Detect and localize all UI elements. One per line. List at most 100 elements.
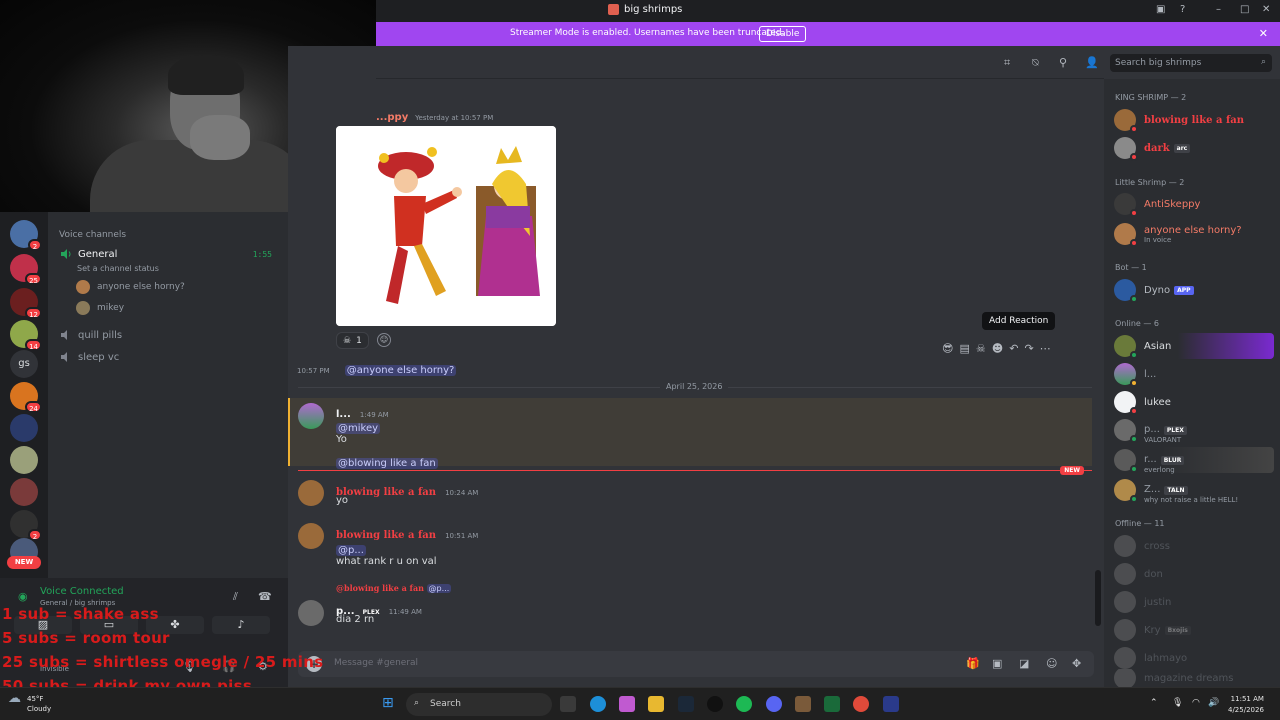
member-item[interactable]: magazine dreams xyxy=(1114,669,1274,687)
message-timestamp: 10:24 AM xyxy=(445,489,479,497)
channel-status[interactable]: Set a channel status xyxy=(77,264,159,273)
member-item[interactable]: l... xyxy=(1114,361,1274,387)
member-item[interactable]: cross xyxy=(1114,533,1274,559)
member-item[interactable]: Asian xyxy=(1114,333,1274,359)
member-item[interactable]: dark arc xyxy=(1114,135,1274,161)
voice-user[interactable]: anyone else horny? xyxy=(76,278,185,296)
microphone-tray-icon[interactable]: 🎙 xyxy=(1172,698,1183,708)
discord-icon[interactable] xyxy=(766,696,782,712)
pin-icon[interactable]: ⚲ xyxy=(1059,56,1067,69)
steam-icon[interactable] xyxy=(678,696,694,712)
mention[interactable]: @blowing like a fan xyxy=(336,458,438,469)
server-icon[interactable] xyxy=(10,414,38,442)
channel-quill-pills[interactable]: quill pills xyxy=(54,325,280,345)
wifi-icon[interactable]: ◠ xyxy=(1192,698,1200,708)
channel-sleep-vc[interactable]: sleep vc xyxy=(54,347,280,367)
chrome-icon[interactable] xyxy=(853,696,869,712)
member-item[interactable]: AntiSkeppy xyxy=(1114,191,1274,217)
member-item[interactable]: don xyxy=(1114,561,1274,587)
server-icon[interactable]: 2 xyxy=(10,220,42,251)
avatar[interactable] xyxy=(298,403,324,429)
add-reaction-icon[interactable]: ☻ xyxy=(992,342,1003,355)
app-icon[interactable] xyxy=(824,696,840,712)
close-banner-icon[interactable]: ✕ xyxy=(1259,27,1268,40)
file-explorer-icon[interactable] xyxy=(648,696,664,712)
minimize-icon[interactable]: – xyxy=(1216,4,1221,15)
reply-preview[interactable]: @blowing like a fan @p... xyxy=(336,583,452,593)
member-item[interactable]: Z... TALN why not raise a little HELL! xyxy=(1114,477,1274,504)
more-options-icon[interactable]: ⋯ xyxy=(1040,342,1051,355)
member-item[interactable]: anyone else horny? In voice xyxy=(1114,221,1274,247)
emoji-icon[interactable]: ☺ xyxy=(1046,657,1057,670)
sticker-icon[interactable]: ◪ xyxy=(1019,657,1029,670)
copilot-icon[interactable] xyxy=(619,696,635,712)
server-icon[interactable]: 14 xyxy=(10,320,42,351)
inbox-icon[interactable]: ▣ xyxy=(1156,4,1165,15)
member-item[interactable]: r... BLUR everlong xyxy=(1114,447,1274,474)
forward-icon[interactable]: ↷ xyxy=(1024,342,1033,355)
mention[interactable]: @anyone else horny? xyxy=(344,365,457,376)
member-item[interactable]: justin xyxy=(1114,589,1274,615)
volume-icon[interactable]: 🔊 xyxy=(1208,698,1219,708)
gif-embed[interactable] xyxy=(336,126,556,326)
gift-icon[interactable]: 🎁 xyxy=(966,657,980,670)
add-reaction-small-icon[interactable]: ☺ xyxy=(377,333,391,347)
message-composer[interactable]: + Message #general 🎁 ▣ ◪ ☺ ✥ xyxy=(298,651,1094,677)
avatar[interactable] xyxy=(298,480,324,506)
disable-streamer-mode-button[interactable]: Disable xyxy=(759,26,807,42)
gif-icon[interactable]: ▣ xyxy=(992,657,1002,670)
member-item[interactable]: lahmayo xyxy=(1114,645,1274,671)
search-input[interactable]: Search big shrimps ⌕ xyxy=(1110,54,1272,72)
chat-scrollbar[interactable] xyxy=(1095,570,1101,626)
emoji-reaction-icon[interactable]: 😎 xyxy=(942,342,953,355)
maximize-icon[interactable]: □ xyxy=(1240,4,1249,15)
new-servers-pill[interactable]: NEW xyxy=(7,556,41,569)
task-view-icon[interactable] xyxy=(560,696,576,712)
voice-connected-label: Voice Connected xyxy=(40,586,124,597)
server-icon[interactable]: 24 xyxy=(10,382,42,413)
tray-overflow-icon[interactable]: ⌃ xyxy=(1150,698,1158,708)
channel-general[interactable]: General 1:55 xyxy=(54,244,280,264)
reaction-pill[interactable]: ☠ 1 xyxy=(336,332,369,349)
member-item[interactable]: blowing like a fan xyxy=(1114,107,1274,133)
member-name: Asian xyxy=(1144,340,1172,352)
server-icon[interactable]: 25 xyxy=(10,254,42,285)
server-icon-gs[interactable]: gs xyxy=(10,350,38,378)
minecraft-icon[interactable] xyxy=(795,696,811,712)
skull-reaction-icon[interactable]: ☠ xyxy=(976,342,986,355)
server-icon[interactable] xyxy=(10,446,38,474)
message-input[interactable]: Message #general xyxy=(334,658,418,668)
system-clock[interactable]: 11:51 AM 4/25/2026 xyxy=(1228,694,1264,716)
apps-icon[interactable]: ✥ xyxy=(1072,657,1081,670)
member-item[interactable]: lukee xyxy=(1114,389,1274,415)
avatar[interactable] xyxy=(298,523,324,549)
member-item[interactable]: Dyno APP xyxy=(1114,277,1274,303)
mention[interactable]: @p... xyxy=(336,545,366,556)
member-list-icon[interactable]: 👤 xyxy=(1085,56,1099,69)
windows-start-icon[interactable]: ⊞ xyxy=(382,695,394,711)
weather-widget[interactable]: ☁ 45°F Cloudy xyxy=(8,692,51,714)
spotify-icon[interactable] xyxy=(736,696,752,712)
reply-icon[interactable]: ↶ xyxy=(1009,342,1018,355)
edge-icon[interactable] xyxy=(590,696,606,712)
taskbar-search[interactable]: ⌕ Search xyxy=(406,693,552,716)
avatar xyxy=(1114,223,1138,247)
close-window-icon[interactable]: ✕ xyxy=(1262,4,1270,15)
server-icon[interactable]: 2 xyxy=(10,510,42,541)
app-icon[interactable] xyxy=(883,696,899,712)
rainbow-flag-icon[interactable]: ▤ xyxy=(959,342,969,355)
server-icon[interactable] xyxy=(10,478,38,506)
message-author[interactable]: blowing like a fan xyxy=(336,487,436,498)
voice-user[interactable]: mikey xyxy=(76,299,124,317)
help-icon[interactable]: ? xyxy=(1180,4,1185,15)
obs-icon[interactable] xyxy=(707,696,723,712)
server-icon[interactable]: 12 xyxy=(10,288,42,319)
voice-category-label[interactable]: Voice channels xyxy=(59,230,126,240)
notification-bell-icon[interactable]: ⍉ xyxy=(1032,56,1039,70)
member-item[interactable]: p... PLEX VALORANT xyxy=(1114,417,1274,444)
threads-icon[interactable]: ⌗ xyxy=(1004,56,1010,70)
member-item[interactable]: Kry Bxojis xyxy=(1114,617,1274,643)
mention[interactable]: @mikey xyxy=(336,423,381,434)
avatar xyxy=(76,280,90,294)
message-author[interactable]: ...ppy xyxy=(376,112,408,123)
